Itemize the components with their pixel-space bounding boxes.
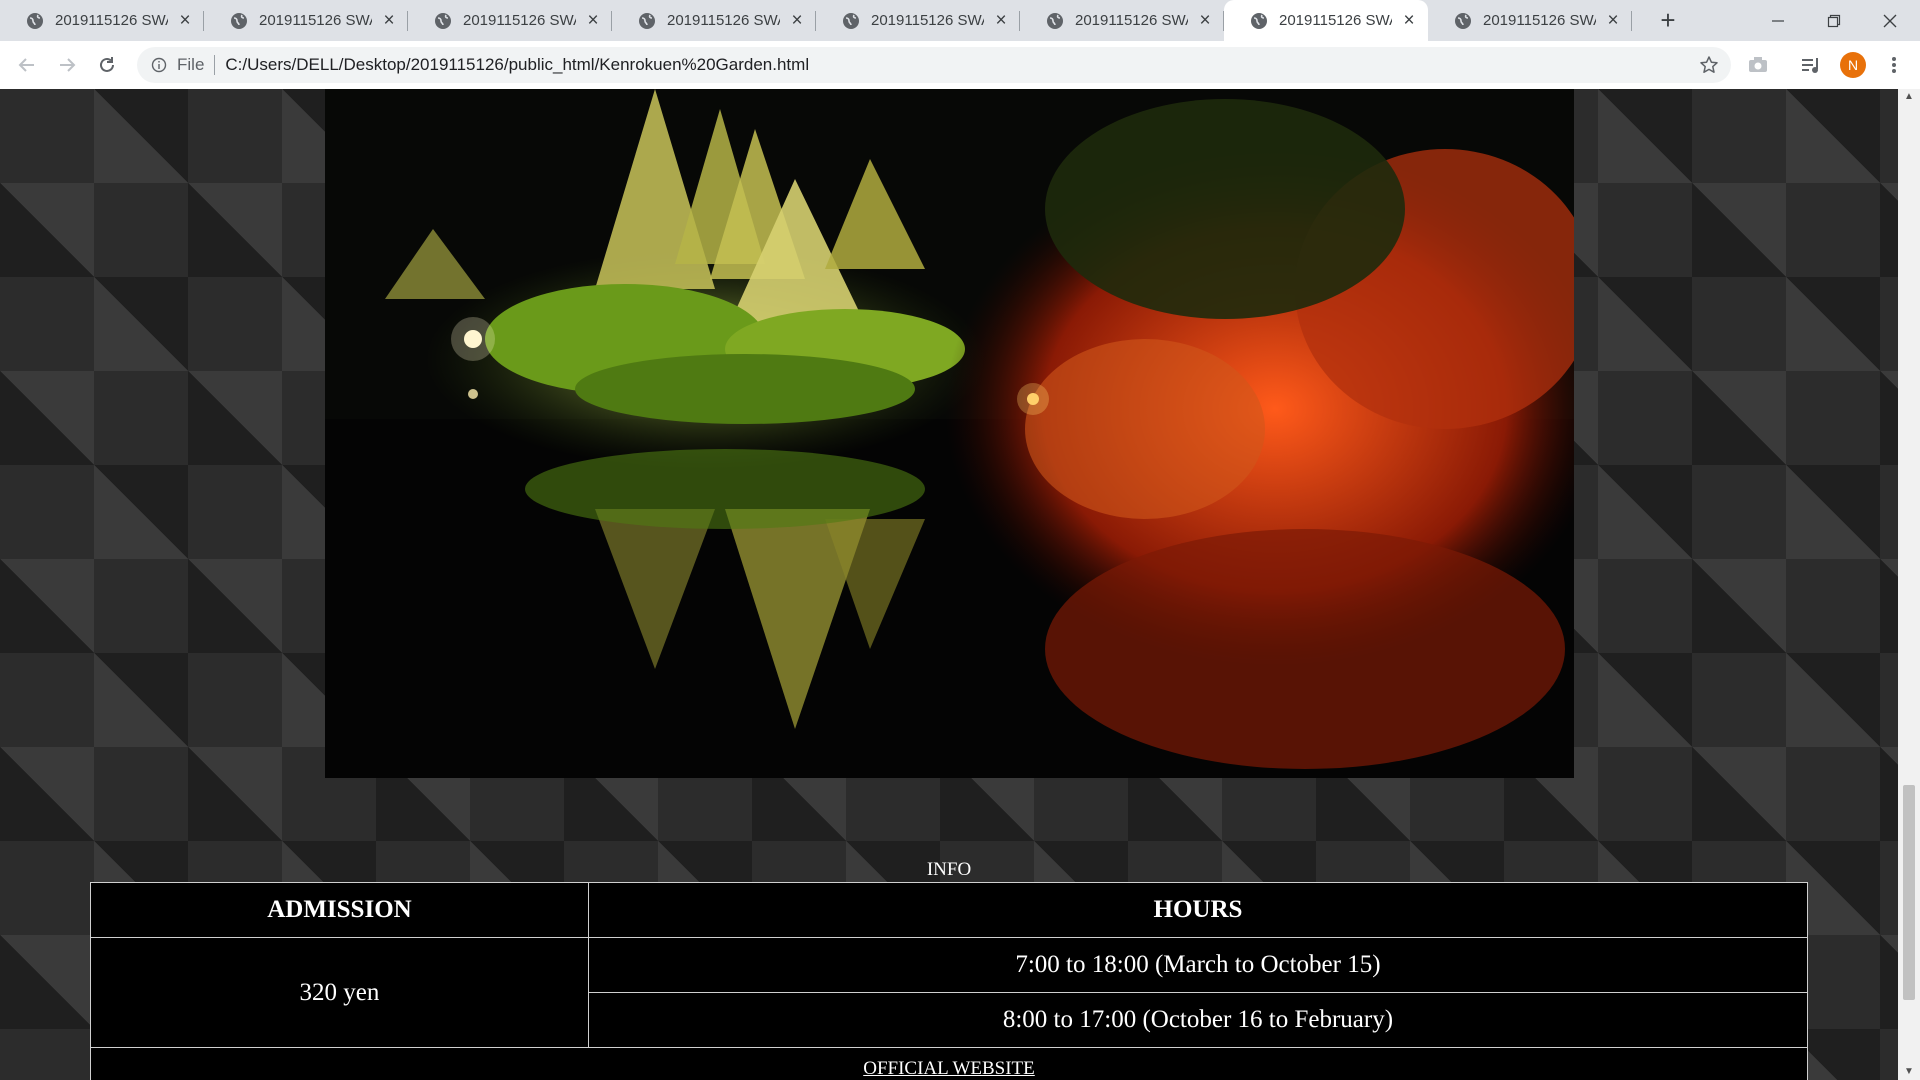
globe-icon bbox=[1454, 12, 1472, 30]
minimize-icon[interactable] bbox=[1750, 0, 1806, 41]
globe-icon bbox=[842, 12, 860, 30]
forward-icon[interactable] bbox=[51, 49, 83, 81]
tab-title: 2019115126 SWAN bbox=[1075, 12, 1188, 29]
address-bar[interactable]: File C:/Users/DELL/Desktop/2019115126/pu… bbox=[137, 47, 1731, 83]
table-row: OFFICIAL WEBSITE bbox=[90, 1047, 1808, 1080]
back-icon[interactable] bbox=[11, 49, 43, 81]
address-url[interactable]: C:/Users/DELL/Desktop/2019115126/public_… bbox=[225, 55, 809, 75]
close-icon[interactable]: × bbox=[584, 11, 602, 30]
close-icon[interactable]: × bbox=[788, 11, 806, 30]
browser-tab[interactable]: 2019115126 SWAN × bbox=[408, 0, 612, 41]
address-scheme: File bbox=[177, 55, 205, 74]
tab-strip: 2019115126 SWAN×2019115126 SWAN×20191151… bbox=[0, 0, 1920, 41]
tab-title: 2019115126 SWAN bbox=[871, 12, 984, 29]
media-icon[interactable] bbox=[1799, 53, 1823, 77]
globe-icon bbox=[434, 12, 452, 30]
browser-tab[interactable]: 2019115126 SWAN × bbox=[1020, 0, 1224, 41]
scroll-down-icon[interactable]: ▼ bbox=[1898, 1064, 1920, 1080]
globe-icon bbox=[230, 12, 248, 30]
globe-icon bbox=[1046, 12, 1064, 30]
table-row: 320 yen 7:00 to 18:00 (March to October … bbox=[90, 937, 1809, 1048]
address-divider bbox=[214, 55, 216, 75]
info-caption: INFO bbox=[926, 859, 972, 880]
tab-title: 2019115126 SWAN bbox=[667, 12, 780, 29]
star-icon[interactable] bbox=[1699, 55, 1719, 75]
camera-icon[interactable] bbox=[1746, 53, 1770, 77]
close-icon[interactable]: × bbox=[380, 11, 398, 30]
globe-icon bbox=[26, 12, 44, 30]
restore-icon[interactable] bbox=[1806, 0, 1862, 41]
info-table: ADMISSION HOURS 320 yen 7:00 to 18:00 (M… bbox=[90, 882, 1809, 1080]
page-viewport: INFO ADMISSION HOURS 320 yen 7:00 to 18:… bbox=[0, 89, 1898, 1080]
official-website-link[interactable]: OFFICIAL WEBSITE bbox=[863, 1058, 1035, 1079]
official-website-cell: OFFICIAL WEBSITE bbox=[90, 1047, 1808, 1080]
tab-title: 2019115126 SWAN bbox=[1483, 12, 1596, 29]
browser-tab[interactable]: 2019115126 SWAN × bbox=[1428, 0, 1632, 41]
tab-title: 2019115126 SWAN bbox=[55, 12, 168, 29]
kenrokuen-night-photo bbox=[325, 89, 1574, 778]
table-header-row: ADMISSION HOURS bbox=[90, 882, 1809, 938]
admission-value: 320 yen bbox=[90, 937, 589, 1048]
close-icon[interactable]: × bbox=[176, 11, 194, 30]
browser-tab[interactable]: 2019115126 SWAN × bbox=[204, 0, 408, 41]
profile-avatar[interactable]: N bbox=[1840, 52, 1866, 78]
browser-tab[interactable]: 2019115126 SWAN × bbox=[816, 0, 1020, 41]
hours-header: HOURS bbox=[587, 882, 1809, 938]
hours-value-2: 8:00 to 17:00 (October 16 to February) bbox=[587, 992, 1809, 1048]
browser-toolbar: File C:/Users/DELL/Desktop/2019115126/pu… bbox=[0, 41, 1920, 90]
tab-title: 2019115126 SWAN bbox=[259, 12, 372, 29]
tab-title: 2019115126 SWAN bbox=[1279, 12, 1392, 29]
menu-icon[interactable] bbox=[1882, 53, 1906, 77]
close-icon[interactable]: × bbox=[1400, 11, 1418, 30]
admission-header: ADMISSION bbox=[90, 882, 589, 938]
reload-icon[interactable] bbox=[91, 49, 123, 81]
scrollbar-thumb[interactable] bbox=[1903, 785, 1915, 1000]
browser-tab[interactable]: 2019115126 SWAN × bbox=[0, 0, 204, 41]
globe-icon bbox=[1250, 12, 1268, 30]
tab-separator bbox=[1631, 11, 1632, 31]
close-icon[interactable]: × bbox=[1604, 11, 1622, 30]
window-close-icon[interactable] bbox=[1862, 0, 1918, 41]
browser-tab[interactable]: 2019115126 SWAN × bbox=[1224, 0, 1428, 41]
new-tab-button[interactable]: + bbox=[1653, 6, 1683, 36]
tab-title: 2019115126 SWAN bbox=[463, 12, 576, 29]
hours-value-1: 7:00 to 18:00 (March to October 15) bbox=[587, 937, 1809, 993]
info-icon[interactable] bbox=[149, 55, 169, 75]
close-icon[interactable]: × bbox=[992, 11, 1010, 30]
scroll-up-icon[interactable]: ▲ bbox=[1898, 89, 1920, 105]
browser-tab[interactable]: 2019115126 SWAN × bbox=[612, 0, 816, 41]
close-icon[interactable]: × bbox=[1196, 11, 1214, 30]
globe-icon bbox=[638, 12, 656, 30]
